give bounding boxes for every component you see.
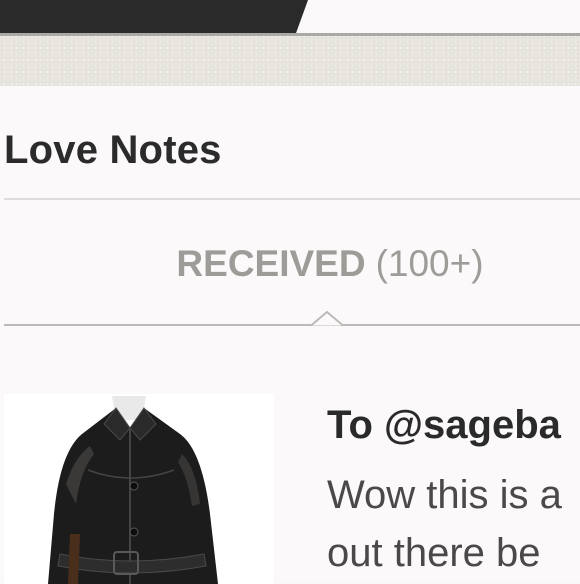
top-navigation-bar bbox=[0, 0, 580, 34]
tab-received[interactable]: RECEIVED (100+) bbox=[0, 238, 580, 290]
title-divider bbox=[4, 198, 580, 200]
note-recipient[interactable]: To @sageba bbox=[327, 400, 561, 450]
tab-underline bbox=[4, 324, 580, 326]
note-message-line: Wow this is a bbox=[327, 473, 562, 517]
tab-indicator-caret-icon bbox=[311, 311, 343, 327]
note-message: Wow this is a out there be bbox=[327, 466, 580, 582]
page-title: Love Notes bbox=[4, 128, 222, 172]
textured-header-strip bbox=[0, 36, 580, 86]
note-message-line: out there be bbox=[327, 531, 541, 575]
leather-jacket-icon bbox=[4, 394, 274, 584]
tab-received-label: RECEIVED bbox=[176, 243, 366, 284]
tab-received-count: (100+) bbox=[375, 243, 484, 284]
active-top-tab[interactable] bbox=[0, 0, 308, 34]
note-product-image[interactable] bbox=[4, 394, 274, 584]
